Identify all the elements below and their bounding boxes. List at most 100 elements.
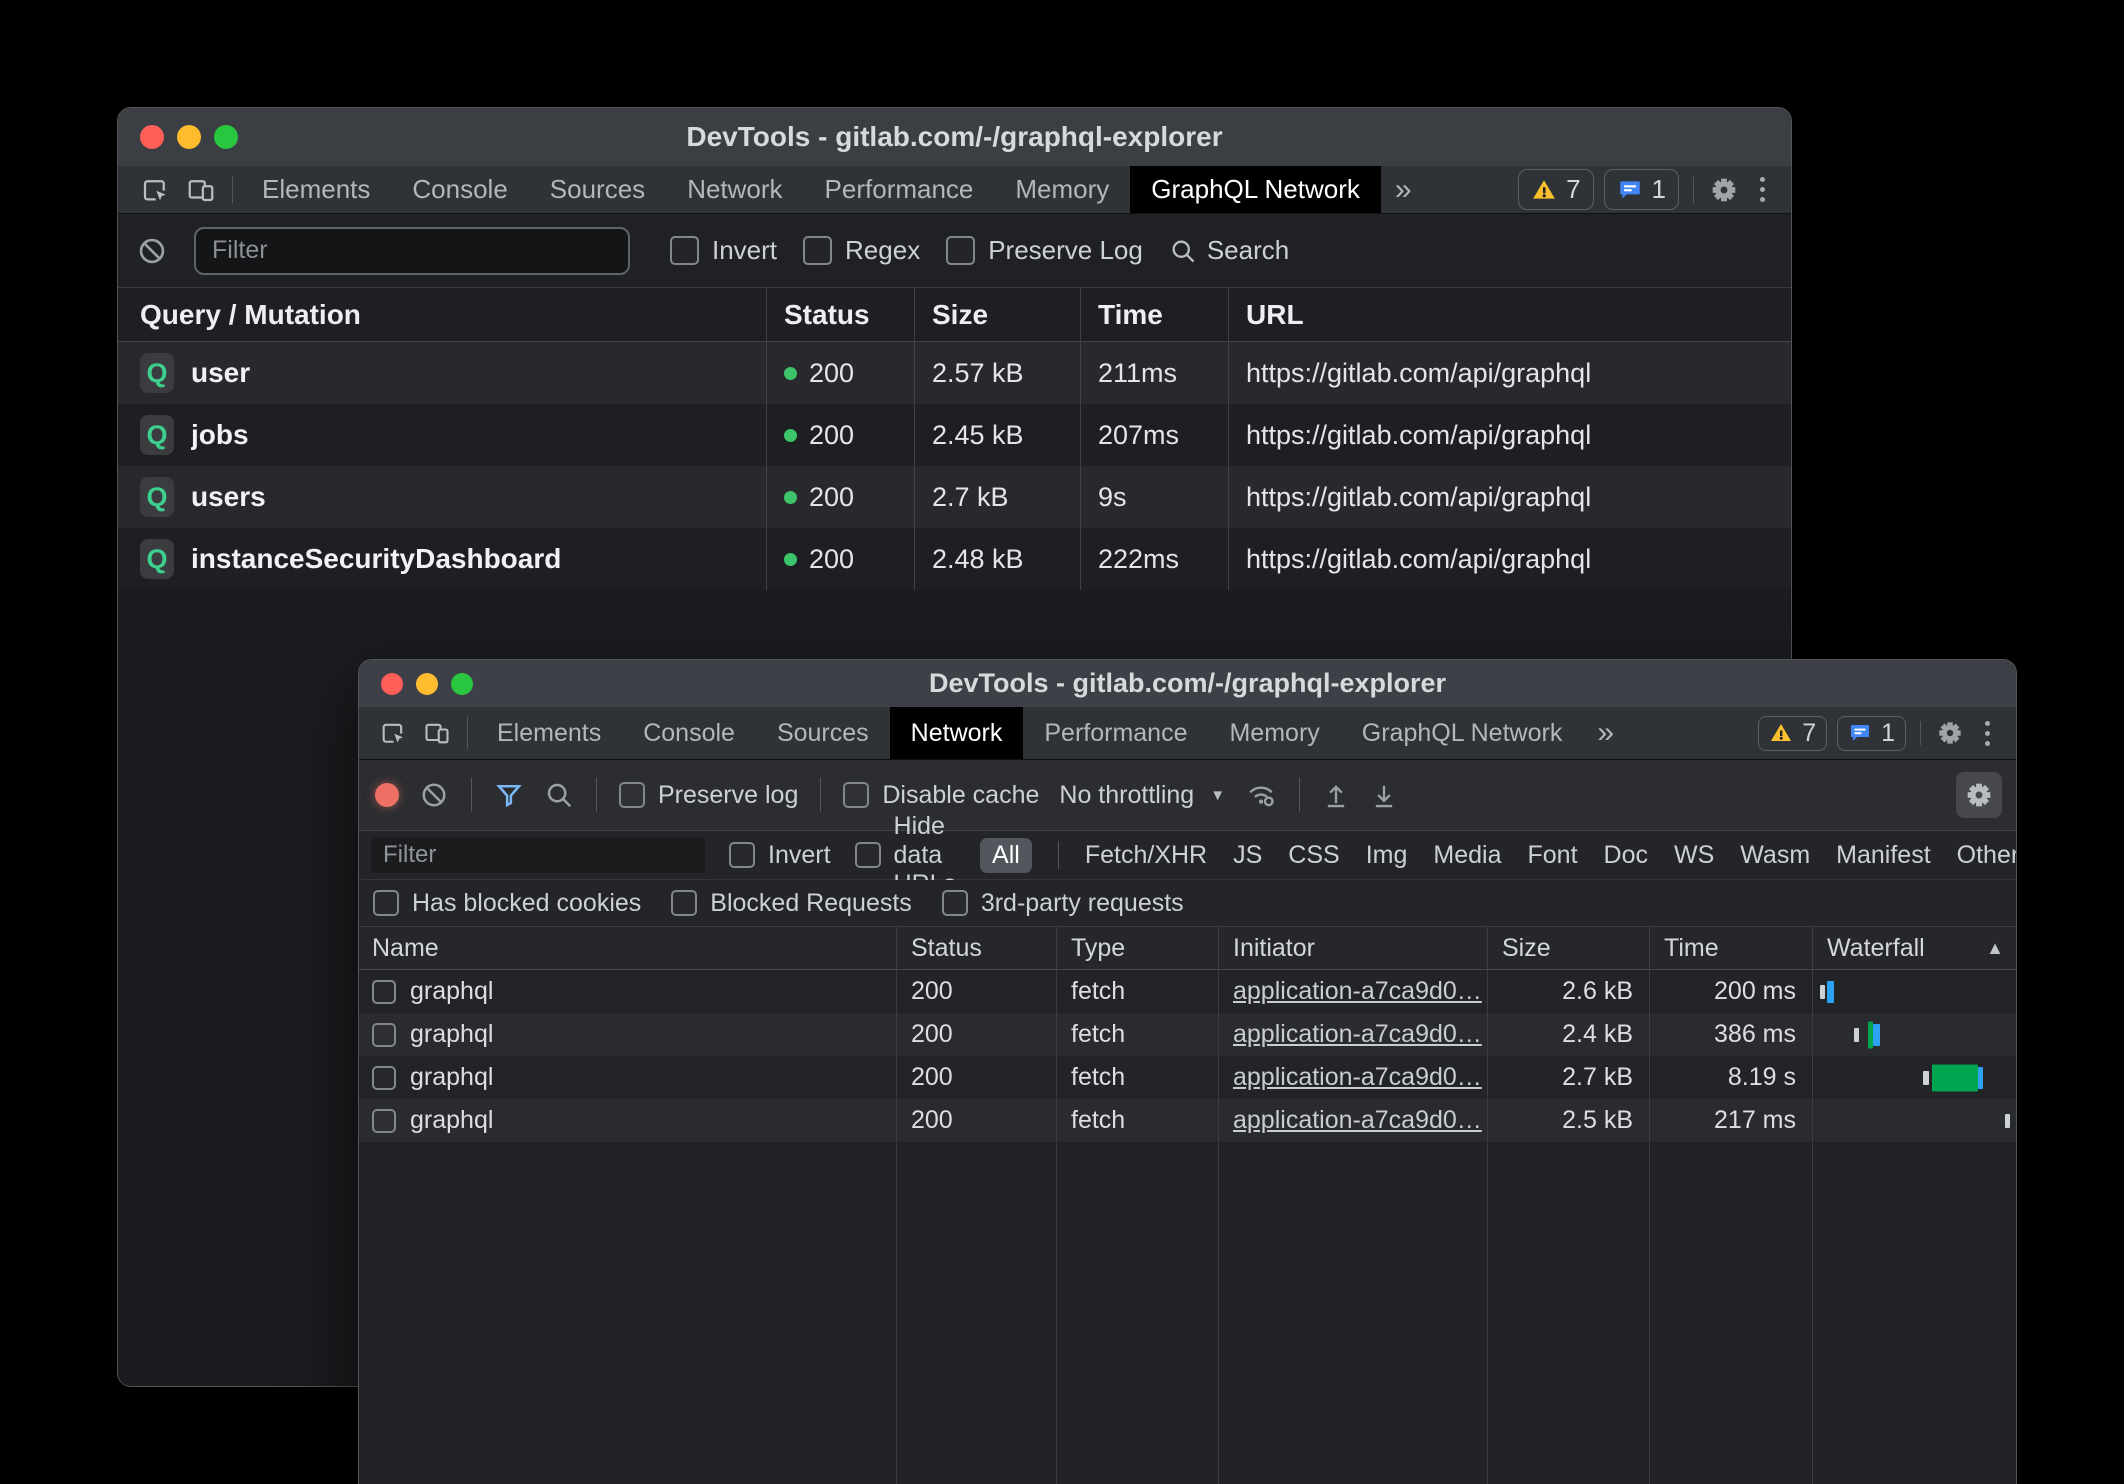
initiator-link[interactable]: application-a7ca9d0… xyxy=(1233,1063,1482,1092)
col-size[interactable]: Size xyxy=(914,288,1080,341)
row-checkbox[interactable] xyxy=(372,1109,396,1133)
titlebar[interactable]: DevTools - gitlab.com/-/graphql-explorer xyxy=(359,660,2016,707)
type-filter-wasm[interactable]: Wasm xyxy=(1740,841,1810,870)
tab-performance[interactable]: Performance xyxy=(804,166,995,213)
settings-gear-icon[interactable] xyxy=(1935,718,1965,748)
type-filter-img[interactable]: Img xyxy=(1366,841,1408,870)
export-har-icon[interactable] xyxy=(1370,781,1398,809)
col-query-mutation[interactable]: Query / Mutation xyxy=(118,288,766,341)
tab-memory[interactable]: Memory xyxy=(1208,707,1340,759)
row-checkbox[interactable] xyxy=(372,980,396,1004)
col-name[interactable]: Name xyxy=(359,927,896,969)
disable-cache-checkbox[interactable]: Disable cache xyxy=(843,781,1039,810)
type-filter-doc[interactable]: Doc xyxy=(1604,841,1648,870)
graphql-row[interactable]: QinstanceSecurityDashboard 200 2.48 kB 2… xyxy=(118,528,1791,590)
tab-sources[interactable]: Sources xyxy=(756,707,890,759)
network-conditions-icon[interactable] xyxy=(1245,779,1277,811)
tab-sources[interactable]: Sources xyxy=(529,166,666,213)
col-url[interactable]: URL xyxy=(1228,288,1791,341)
tab-memory[interactable]: Memory xyxy=(994,166,1130,213)
col-time[interactable]: Time xyxy=(1080,288,1228,341)
preserve-log-checkbox[interactable]: Preserve log xyxy=(619,781,798,810)
filter-funnel-icon[interactable] xyxy=(494,780,524,810)
tab-graphql-network[interactable]: GraphQL Network xyxy=(1130,166,1381,213)
more-tabs-icon[interactable]: » xyxy=(1381,166,1426,213)
inspect-icon[interactable] xyxy=(371,707,415,759)
more-options-icon[interactable] xyxy=(1750,177,1775,202)
search-icon[interactable] xyxy=(544,780,574,810)
preserve-log-checkbox[interactable]: Preserve Log xyxy=(946,235,1143,266)
type-filter-css[interactable]: CSS xyxy=(1288,841,1339,870)
close-button[interactable] xyxy=(381,673,403,695)
record-button[interactable] xyxy=(375,783,399,807)
filter-input[interactable] xyxy=(194,227,630,275)
import-har-icon[interactable] xyxy=(1322,781,1350,809)
col-status[interactable]: Status xyxy=(766,288,914,341)
has-blocked-cookies-checkbox[interactable]: Has blocked cookies xyxy=(373,889,641,918)
initiator-link[interactable]: application-a7ca9d0… xyxy=(1233,1020,1482,1049)
row-checkbox[interactable] xyxy=(372,1023,396,1047)
type-filter-other[interactable]: Other xyxy=(1957,841,2017,870)
row-checkbox[interactable] xyxy=(372,1066,396,1090)
tab-graphql-network[interactable]: GraphQL Network xyxy=(1341,707,1584,759)
minimize-button[interactable] xyxy=(416,673,438,695)
close-button[interactable] xyxy=(140,125,164,149)
graphql-row[interactable]: Qusers 200 2.7 kB 9s https://gitlab.com/… xyxy=(118,466,1791,528)
issues-badge[interactable]: 1 xyxy=(1837,716,1906,751)
type-filter-manifest[interactable]: Manifest xyxy=(1836,841,1930,870)
graphql-row[interactable]: Qjobs 200 2.45 kB 207ms https://gitlab.c… xyxy=(118,404,1791,466)
clear-icon[interactable] xyxy=(136,235,168,267)
network-request-row[interactable]: graphql 200 fetch application-a7ca9d0… 2… xyxy=(359,1056,2016,1099)
tab-console[interactable]: Console xyxy=(391,166,528,213)
col-time[interactable]: Time xyxy=(1649,927,1812,969)
network-settings-button[interactable] xyxy=(1956,772,2002,818)
device-toolbar-icon[interactable] xyxy=(415,707,459,759)
type-filter-ws[interactable]: WS xyxy=(1674,841,1714,870)
third-party-requests-checkbox[interactable]: 3rd-party requests xyxy=(942,889,1184,918)
network-request-row[interactable]: graphql 200 fetch application-a7ca9d0… 2… xyxy=(359,970,2016,1013)
tab-network[interactable]: Network xyxy=(666,166,803,213)
zoom-button[interactable] xyxy=(214,125,238,149)
network-request-row[interactable]: graphql 200 fetch application-a7ca9d0… 2… xyxy=(359,1099,2016,1142)
throttling-dropdown[interactable]: No throttling ▼ xyxy=(1059,781,1225,810)
network-request-row[interactable]: graphql 200 fetch application-a7ca9d0… 2… xyxy=(359,1013,2016,1056)
device-toolbar-icon[interactable] xyxy=(178,166,224,213)
initiator-link[interactable]: application-a7ca9d0… xyxy=(1233,977,1482,1006)
blocked-requests-checkbox[interactable]: Blocked Requests xyxy=(671,889,912,918)
more-tabs-icon[interactable]: » xyxy=(1583,707,1628,759)
more-options-icon[interactable] xyxy=(1975,721,2000,746)
tab-performance[interactable]: Performance xyxy=(1023,707,1208,759)
tab-elements[interactable]: Elements xyxy=(476,707,622,759)
tab-elements[interactable]: Elements xyxy=(241,166,391,213)
issues-badge[interactable]: 1 xyxy=(1604,169,1679,210)
minimize-button[interactable] xyxy=(177,125,201,149)
inspect-icon[interactable] xyxy=(132,166,178,213)
initiator-link[interactable]: application-a7ca9d0… xyxy=(1233,1106,1482,1135)
zoom-button[interactable] xyxy=(451,673,473,695)
type-filter-all[interactable]: All xyxy=(980,838,1032,873)
warnings-badge[interactable]: 7 xyxy=(1758,716,1827,751)
settings-gear-icon[interactable] xyxy=(1708,174,1740,206)
col-type[interactable]: Type xyxy=(1056,927,1218,969)
invert-checkbox[interactable]: Invert xyxy=(729,841,831,870)
warnings-badge[interactable]: 7 xyxy=(1518,169,1593,210)
titlebar[interactable]: DevTools - gitlab.com/-/graphql-explorer xyxy=(118,108,1791,166)
type-filter-js[interactable]: JS xyxy=(1233,841,1262,870)
divider xyxy=(232,176,233,203)
network-filter-input[interactable] xyxy=(371,837,705,873)
query-badge: Q xyxy=(140,415,174,455)
regex-checkbox[interactable]: Regex xyxy=(803,235,920,266)
graphql-row[interactable]: Quser 200 2.57 kB 211ms https://gitlab.c… xyxy=(118,342,1791,404)
type-filter-media[interactable]: Media xyxy=(1433,841,1501,870)
tab-network[interactable]: Network xyxy=(890,707,1024,759)
tab-console[interactable]: Console xyxy=(622,707,756,759)
col-size[interactable]: Size xyxy=(1487,927,1649,969)
clear-icon[interactable] xyxy=(419,780,449,810)
col-status[interactable]: Status xyxy=(896,927,1056,969)
type-filter-font[interactable]: Font xyxy=(1527,841,1577,870)
col-waterfall[interactable]: Waterfall ▲ xyxy=(1812,927,2016,969)
invert-checkbox[interactable]: Invert xyxy=(670,235,777,266)
search-toggle[interactable]: Search xyxy=(1169,235,1289,266)
type-filter-fetch-xhr[interactable]: Fetch/XHR xyxy=(1085,841,1207,870)
col-initiator[interactable]: Initiator xyxy=(1218,927,1487,969)
